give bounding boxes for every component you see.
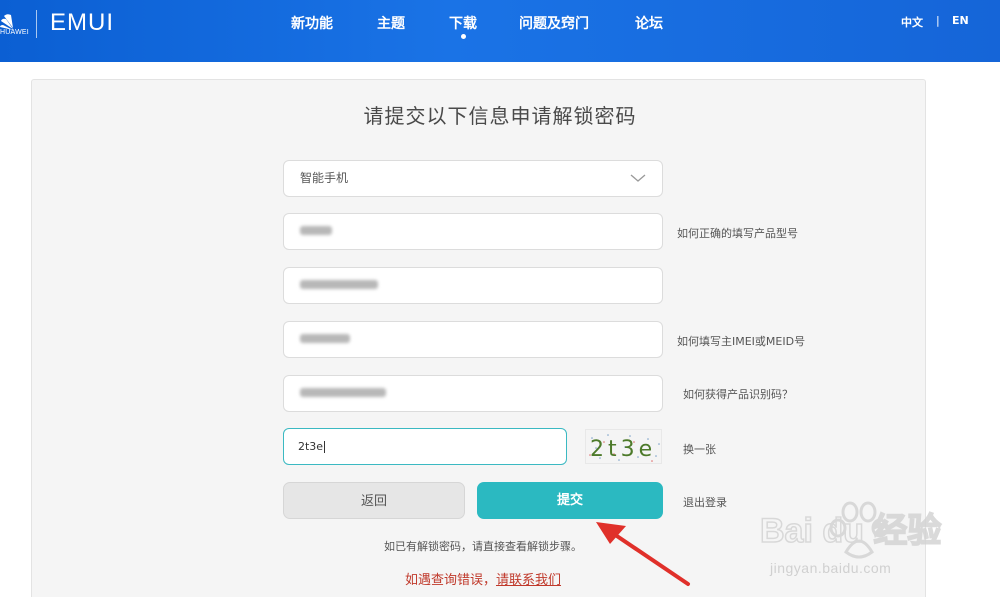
contact-prefix: 如遇查询错误， (404, 573, 496, 588)
emui-logo: EMUI (50, 9, 114, 36)
device-type-select[interactable]: 智能手机 (283, 160, 663, 197)
product-model-input[interactable] (283, 213, 663, 250)
redacted-imei-value (300, 334, 350, 343)
brand-divider (36, 10, 37, 38)
contact-us-link[interactable]: 请联系我们 (496, 573, 561, 588)
product-id-help-link[interactable]: 如何获得产品识别码？ (683, 386, 793, 402)
redacted-model-value (300, 226, 332, 235)
imei-help-link[interactable]: 如何填写主IMEI或MEID号 (677, 333, 805, 349)
captcha-input[interactable]: 2t3e (283, 428, 567, 465)
logout-link[interactable]: 退出登录 (683, 494, 727, 510)
red-arrow-annotation-icon (596, 522, 690, 586)
watermark-logo-text: Bai du 经验 (760, 511, 941, 550)
device-type-value: 智能手机 (300, 171, 349, 185)
nav-download-label: 下载 (449, 16, 477, 32)
nav-forum[interactable]: 论坛 (635, 13, 663, 33)
captcha-text: 2t3e (590, 437, 656, 462)
chevron-down-icon (630, 174, 646, 182)
lang-english[interactable]: EN (952, 14, 969, 27)
text-cursor (324, 441, 326, 453)
nav-tips[interactable]: 问题及窍门 (519, 13, 589, 33)
captcha-input-value: 2t3e (298, 440, 324, 453)
refresh-captcha-link[interactable]: 换一张 (683, 441, 716, 457)
huawei-wordmark: HUAWEI (0, 29, 29, 36)
imei-input[interactable] (283, 321, 663, 358)
back-button[interactable]: 返回 (283, 482, 465, 519)
page-title: 请提交以下信息申请解锁密码 (363, 104, 637, 128)
product-id-input[interactable] (283, 375, 663, 412)
lang-chinese[interactable]: 中文 (901, 14, 923, 30)
captcha-image[interactable]: 2t3e (585, 429, 662, 464)
serial-number-input[interactable] (283, 267, 663, 304)
redacted-serial-value (300, 280, 378, 289)
nav-new-features[interactable]: 新功能 (291, 13, 333, 33)
watermark-url: jingyan.baidu.com (770, 560, 892, 576)
redacted-product-id-value (300, 388, 386, 397)
model-help-link[interactable]: 如何正确的填写产品型号 (677, 225, 798, 241)
nav-download[interactable]: 下载 (449, 13, 477, 39)
lang-separator: | (936, 14, 940, 27)
captcha-graphic: 2t3e (589, 434, 660, 462)
active-nav-indicator (460, 34, 466, 39)
submit-button[interactable]: 提交 (477, 482, 663, 519)
top-header: HUAWEI EMUI 新功能 主题 下载 问题及窍门 论坛 中文 | EN (0, 0, 1000, 62)
nav-themes[interactable]: 主题 (377, 13, 405, 33)
